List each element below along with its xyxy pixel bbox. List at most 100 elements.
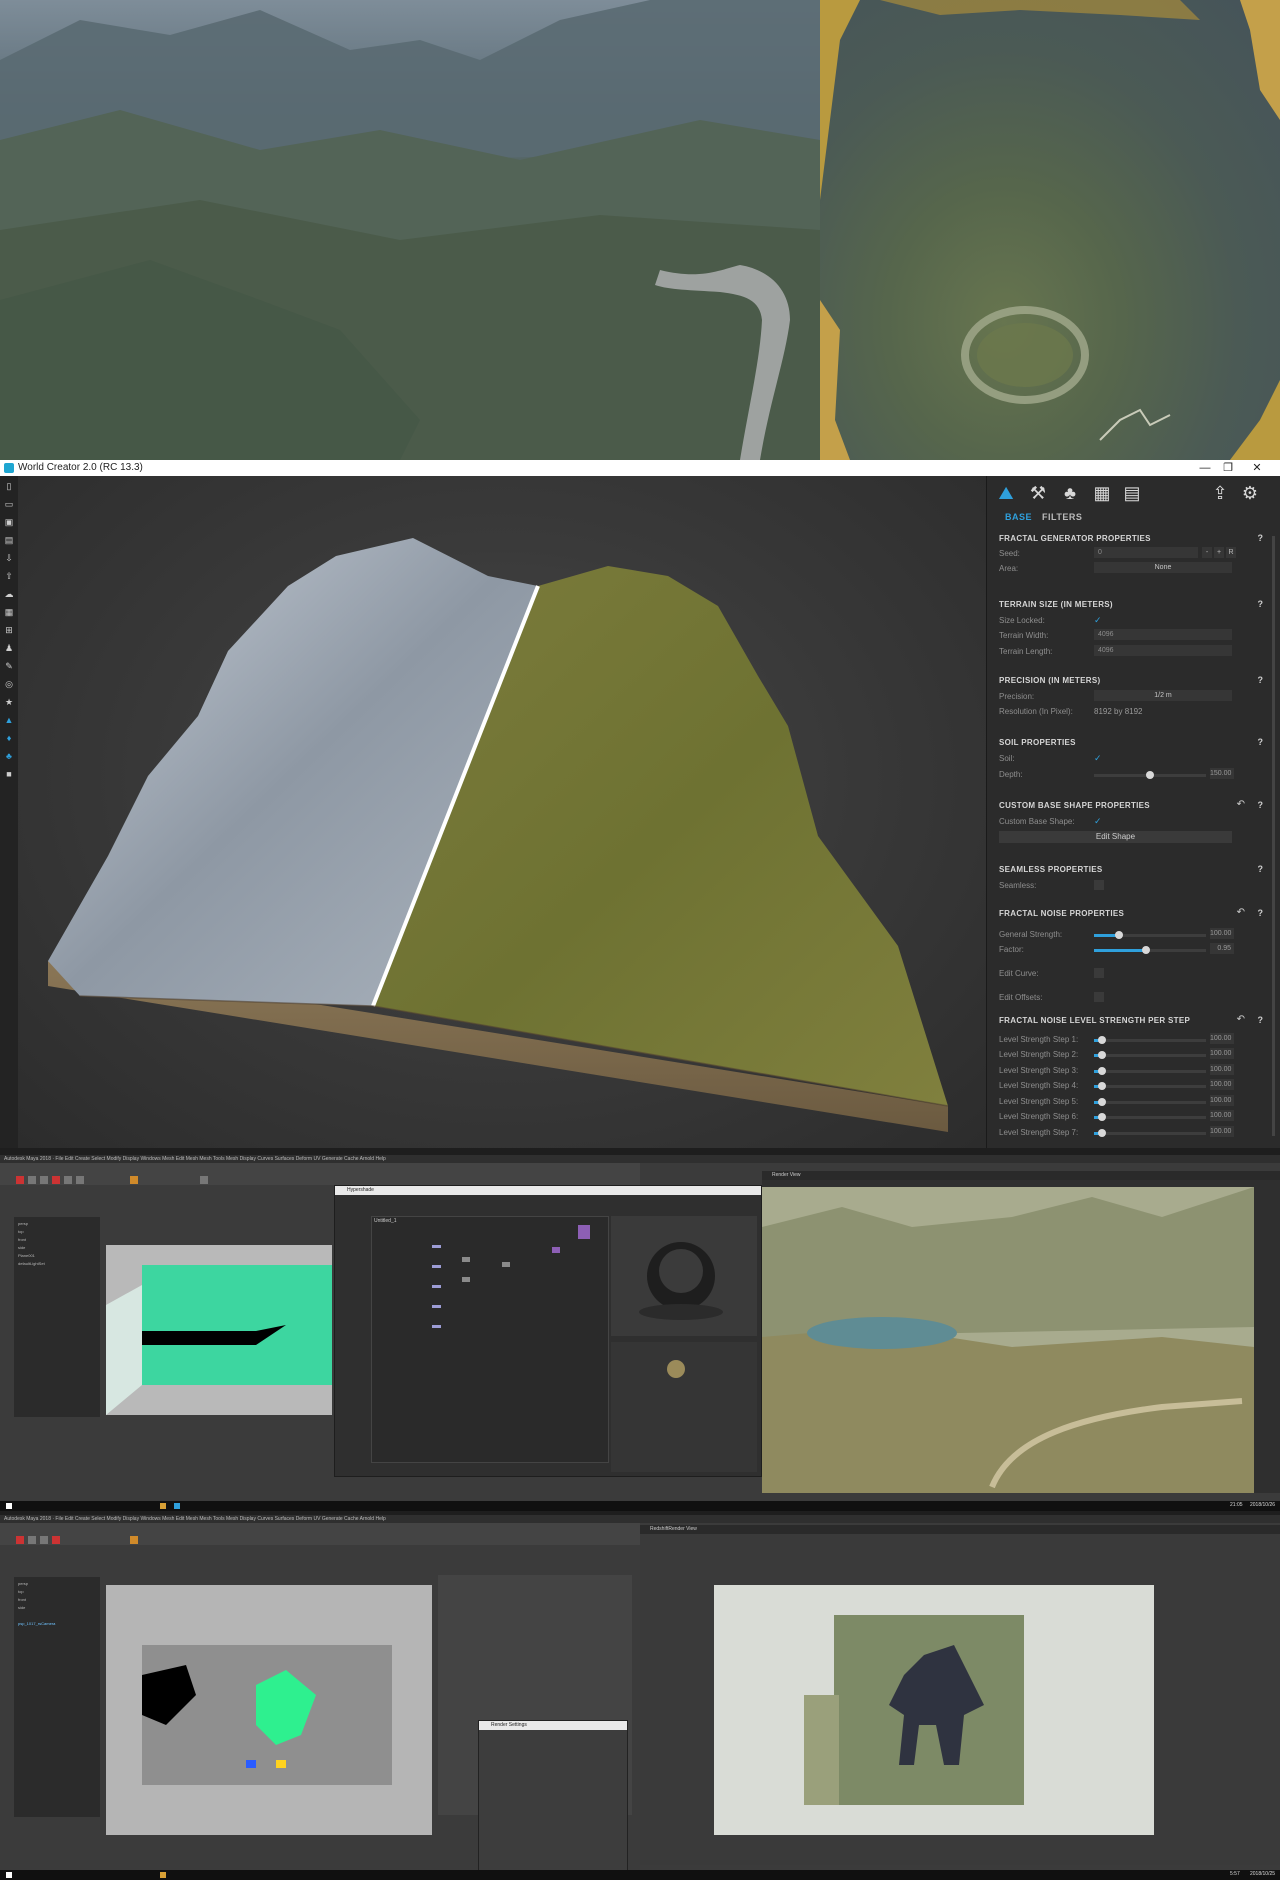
trees-icon[interactable]: ♣ xyxy=(1059,482,1081,504)
level-step-3-slider[interactable] xyxy=(1094,1067,1206,1075)
depth-slider[interactable] xyxy=(1094,771,1206,779)
level-step-1-value[interactable]: 100.00 xyxy=(1210,1033,1234,1044)
shader-node[interactable] xyxy=(578,1225,590,1239)
fill-icon[interactable]: ♦ xyxy=(4,733,14,743)
windows-start-icon[interactable] xyxy=(6,1503,12,1509)
level-step-1-knob[interactable] xyxy=(1097,1036,1106,1044)
shader-node[interactable] xyxy=(432,1265,441,1268)
edit-shape-button[interactable]: Edit Shape xyxy=(999,831,1232,843)
shelf-tool-icon[interactable] xyxy=(200,1176,208,1184)
new-file-icon[interactable]: ▯ xyxy=(4,481,14,491)
shelf-tool-icon[interactable] xyxy=(28,1536,36,1544)
outliner-item[interactable]: persp xyxy=(18,1581,28,1586)
general-strength-value[interactable]: 100.00 xyxy=(1210,928,1234,939)
outliner-item[interactable]: defaultLightSet xyxy=(18,1261,45,1266)
erosion-icon[interactable]: ♣ xyxy=(4,751,14,761)
fractal-noise-reset-icon[interactable]: ↶ xyxy=(1237,907,1245,918)
area-dropdown[interactable]: None xyxy=(1094,562,1232,573)
shader-node[interactable] xyxy=(432,1325,441,1328)
open-folder-icon[interactable]: ▭ xyxy=(4,499,14,509)
level-step-6-value[interactable]: 100.00 xyxy=(1210,1110,1234,1121)
level-step-2-knob[interactable] xyxy=(1097,1051,1106,1059)
soil-help[interactable]: ? xyxy=(1258,737,1264,747)
shelf-tool-icon[interactable] xyxy=(40,1176,48,1184)
level-step-3-value[interactable]: 100.00 xyxy=(1210,1064,1234,1075)
panel-scrollbar[interactable] xyxy=(1272,536,1275,1136)
level-step-4-value[interactable]: 100.00 xyxy=(1210,1079,1234,1090)
level-step-5-slider[interactable] xyxy=(1094,1098,1206,1106)
custom-base-shape-checkbox[interactable]: ✓ xyxy=(1094,816,1104,826)
seed-random-button[interactable]: R xyxy=(1226,547,1236,558)
level-step-2-slider[interactable] xyxy=(1094,1051,1206,1059)
depth-slider-knob[interactable] xyxy=(1146,771,1154,779)
shader-node[interactable] xyxy=(552,1247,560,1253)
map-icon[interactable]: ▦ xyxy=(4,607,14,617)
level-step-7-knob[interactable] xyxy=(1097,1129,1106,1137)
minimize-button[interactable]: — xyxy=(1195,461,1215,475)
tab-base[interactable]: BASE xyxy=(1005,512,1032,522)
soil-checkbox[interactable]: ✓ xyxy=(1094,753,1104,763)
level-strength-reset-icon[interactable]: ↶ xyxy=(1237,1014,1245,1025)
maya-viewport-wireframe[interactable] xyxy=(106,1245,332,1415)
shelf-tool-icon[interactable] xyxy=(64,1176,72,1184)
seamless-checkbox[interactable] xyxy=(1094,880,1104,890)
terrain-size-help[interactable]: ? xyxy=(1258,599,1264,609)
edit-offsets-checkbox[interactable] xyxy=(1094,992,1104,1002)
outliner-item[interactable]: psp_1017_rsCamera xyxy=(18,1621,55,1626)
maya-viewport-scene[interactable] xyxy=(106,1585,432,1835)
custom-base-shape-help[interactable]: ? xyxy=(1258,800,1264,810)
node-editor[interactable]: Untitled_1 xyxy=(371,1216,609,1463)
seed-field[interactable]: 0 xyxy=(1094,547,1198,558)
level-step-1-slider[interactable] xyxy=(1094,1036,1206,1044)
precision-dropdown[interactable]: 1/2 m xyxy=(1094,690,1232,701)
level-step-3-knob[interactable] xyxy=(1097,1067,1106,1075)
import-icon[interactable]: ⇧ xyxy=(4,571,14,581)
size-locked-checkbox[interactable]: ✓ xyxy=(1094,615,1104,625)
outliner-item[interactable]: top xyxy=(18,1589,24,1594)
brush-icon[interactable]: ✎ xyxy=(4,661,14,671)
shader-node[interactable] xyxy=(462,1257,470,1262)
fractal-noise-help[interactable]: ? xyxy=(1258,908,1264,918)
factor-slider[interactable] xyxy=(1094,946,1206,954)
outliner-item[interactable]: front xyxy=(18,1597,26,1602)
level-step-7-slider[interactable] xyxy=(1094,1129,1206,1137)
terrain-icon[interactable]: ⛰ xyxy=(995,482,1017,504)
fractal-generator-help[interactable]: ? xyxy=(1258,533,1264,543)
node-editor-tab[interactable]: Untitled_1 xyxy=(374,1218,397,1224)
shader-node[interactable] xyxy=(502,1262,510,1267)
save-icon[interactable]: ▣ xyxy=(4,517,14,527)
outliner-item[interactable]: persp xyxy=(18,1221,28,1226)
level-step-6-knob[interactable] xyxy=(1097,1113,1106,1121)
tab-filters[interactable]: FILTERS xyxy=(1042,512,1082,522)
level-step-4-knob[interactable] xyxy=(1097,1082,1106,1090)
shelf-tool-icon[interactable] xyxy=(28,1176,36,1184)
gear-icon[interactable]: ⚙ xyxy=(1239,482,1261,504)
layers-icon[interactable]: ▤ xyxy=(1121,482,1143,504)
shelf-tool-icon[interactable] xyxy=(52,1176,60,1184)
outliner-item[interactable]: Plane001 xyxy=(18,1253,35,1258)
globe-icon[interactable]: ◎ xyxy=(4,679,14,689)
level-step-7-value[interactable]: 100.00 xyxy=(1210,1126,1234,1137)
shelf-tool-icon[interactable] xyxy=(76,1176,84,1184)
taskbar-app-icon[interactable] xyxy=(160,1503,166,1509)
shelf-tool-icon[interactable] xyxy=(40,1536,48,1544)
clouds-icon[interactable]: ☁ xyxy=(4,589,14,599)
seed-decrement-button[interactable]: - xyxy=(1202,547,1212,558)
grid-icon[interactable]: ⊞ xyxy=(4,625,14,635)
terrain-width-field[interactable]: 4096 xyxy=(1094,629,1232,640)
level-step-5-value[interactable]: 100.00 xyxy=(1210,1095,1234,1106)
outliner-item[interactable]: top xyxy=(18,1229,24,1234)
custom-base-shape-reset-icon[interactable]: ↶ xyxy=(1237,799,1245,810)
taskbar-app-icon[interactable] xyxy=(160,1872,166,1878)
close-button[interactable]: ✕ xyxy=(1247,461,1267,475)
taskbar-app-icon[interactable] xyxy=(174,1503,180,1509)
general-strength-knob[interactable] xyxy=(1114,931,1123,939)
precision-help[interactable]: ? xyxy=(1258,675,1264,685)
share-icon[interactable]: ⇪ xyxy=(1209,482,1231,504)
depth-value[interactable]: 150.00 xyxy=(1210,768,1234,779)
level-strength-help[interactable]: ? xyxy=(1258,1015,1264,1025)
shader-node[interactable] xyxy=(432,1285,441,1288)
level-step-4-slider[interactable] xyxy=(1094,1082,1206,1090)
general-strength-slider[interactable] xyxy=(1094,931,1206,939)
shader-node[interactable] xyxy=(432,1245,441,1248)
